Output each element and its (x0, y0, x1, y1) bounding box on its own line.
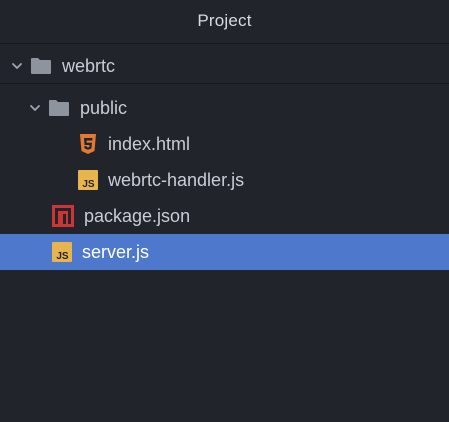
chevron-down-icon[interactable] (10, 59, 24, 73)
folder-icon (48, 99, 70, 117)
tree-item-package-json[interactable]: package.json (0, 198, 449, 234)
npm-icon (52, 205, 74, 227)
tree-item-label: webrtc-handler.js (108, 170, 245, 190)
tree-item-label: webrtc (62, 55, 116, 76)
js-icon: JS (78, 170, 98, 190)
svg-text:JS: JS (56, 251, 69, 262)
tree-item-webrtc[interactable]: webrtc (0, 48, 449, 84)
folder-icon (30, 57, 52, 75)
html5-icon (78, 133, 98, 155)
chevron-down-icon[interactable] (28, 101, 42, 115)
project-panel: Project webrtc public index.html JS webr… (0, 0, 449, 422)
tree-item-label: index.html (108, 134, 191, 154)
tree-item-label: package.json (84, 206, 191, 226)
tree-item-server-js[interactable]: JS server.js (0, 234, 449, 270)
tree-item-webrtc-handler-js[interactable]: JS webrtc-handler.js (0, 162, 449, 198)
tree-item-label: public (80, 98, 128, 118)
panel-title: Project (0, 0, 449, 44)
tree-item-index-html[interactable]: index.html (0, 126, 449, 162)
tree-item-public[interactable]: public (0, 90, 449, 126)
js-icon: JS (52, 242, 72, 262)
svg-text:JS: JS (82, 179, 95, 190)
tree-item-label: server.js (82, 242, 150, 262)
